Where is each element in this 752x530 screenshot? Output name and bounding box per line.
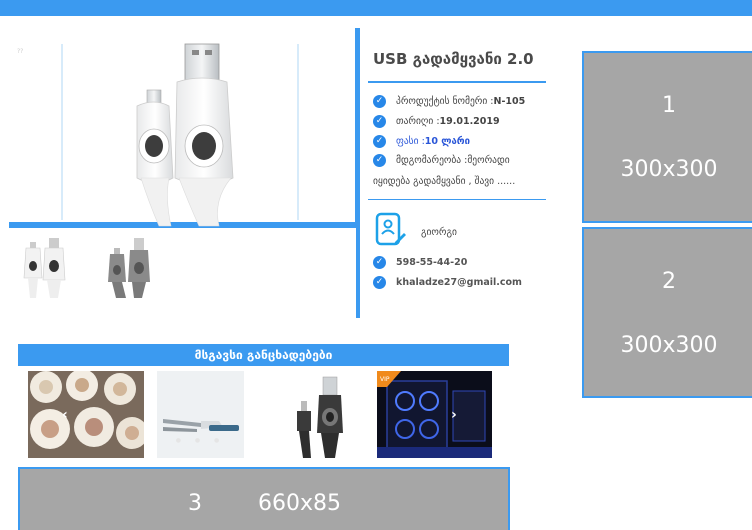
ad-1-number: 1 xyxy=(662,93,676,118)
similar-listing-gaming-pc[interactable]: VIP › xyxy=(377,371,492,458)
check-circle-icon: ✓ xyxy=(373,256,386,269)
black-usb-cable-image xyxy=(259,371,375,458)
plates-image xyxy=(28,371,144,458)
ad-banner-1[interactable]: 1 300x300 xyxy=(582,51,752,223)
product-main-image[interactable]: ?? xyxy=(9,28,357,228)
seller-name: გიორგი xyxy=(421,227,457,238)
product-number-label: პროდუქტის ნომერი : xyxy=(396,96,494,107)
ad-banner-3[interactable]: 3 660x85 xyxy=(18,467,510,530)
phone-row: ✓ 598-55-44-20 xyxy=(373,256,467,269)
condition-label: მდგომარეობა : xyxy=(396,155,468,166)
similar-listing-cutlery[interactable]: ● ● ● xyxy=(157,371,244,458)
seller-phone[interactable]: 598-55-44-20 xyxy=(396,257,467,268)
similar-listings-header: მსგავსი განცხადებები xyxy=(18,344,509,366)
vip-badge: VIP xyxy=(377,371,401,387)
product-number-value: N-105 xyxy=(493,96,526,107)
product-thumbnail-1[interactable] xyxy=(0,236,82,298)
ad-1-size: 300x300 xyxy=(620,157,718,182)
description-text: იყიდება გადამყვანი , შავი ...... xyxy=(373,176,516,187)
contact-card-icon xyxy=(375,212,406,246)
condition-row: ✓ მდგომარეობა : მეორადი xyxy=(373,154,510,167)
similar-listing-plates[interactable]: ‹ xyxy=(28,371,144,458)
carousel-dots: ● ● ● xyxy=(175,437,226,444)
title-underline xyxy=(368,81,546,83)
product-title: USB გადამყვანი 2.0 xyxy=(373,50,534,68)
ad-2-size: 300x300 xyxy=(620,333,718,358)
ad-3-size: 660x85 xyxy=(258,491,342,516)
check-circle-icon: ✓ xyxy=(373,276,386,289)
condition-value: მეორადი xyxy=(467,155,510,166)
vip-badge-text: VIP xyxy=(380,376,390,383)
chevron-right-icon[interactable]: › xyxy=(451,407,457,423)
ad-3-number: 3 xyxy=(188,491,202,516)
top-bar xyxy=(0,0,752,16)
date-value: 19.01.2019 xyxy=(439,116,500,127)
thumbnail-white-cable-image xyxy=(23,238,66,298)
email-row: ✓ khaladze27@gmail.com xyxy=(373,276,522,289)
date-label: თარიღი : xyxy=(396,116,440,127)
contact-divider xyxy=(368,199,546,200)
info-panel-divider xyxy=(356,28,360,318)
product-number-row: ✓ პროდუქტის ნომერი : N-105 xyxy=(373,95,525,108)
check-circle-icon: ✓ xyxy=(373,154,386,167)
chevron-left-icon[interactable]: ‹ xyxy=(62,407,68,423)
product-thumbnail-2[interactable] xyxy=(86,236,176,298)
price-value: 10 ლარი xyxy=(424,136,470,147)
check-circle-icon: ✓ xyxy=(373,115,386,128)
check-circle-icon: ✓ xyxy=(373,135,386,148)
ad-2-number: 2 xyxy=(662,269,676,294)
similar-listing-usb-cable[interactable] xyxy=(259,371,375,458)
seller-email[interactable]: khaladze27@gmail.com xyxy=(396,277,522,288)
price-label: ფასი : xyxy=(396,136,425,147)
thumbnail-gray-cable-image xyxy=(108,238,150,298)
price-row: ✓ ფასი : 10 ლარი xyxy=(373,135,470,148)
ad-banner-2[interactable]: 2 300x300 xyxy=(582,227,752,398)
usb-cable-image xyxy=(136,43,234,227)
date-row: ✓ თარიღი : 19.01.2019 xyxy=(373,115,500,128)
check-circle-icon: ✓ xyxy=(373,95,386,108)
cutlery-image xyxy=(157,371,244,458)
